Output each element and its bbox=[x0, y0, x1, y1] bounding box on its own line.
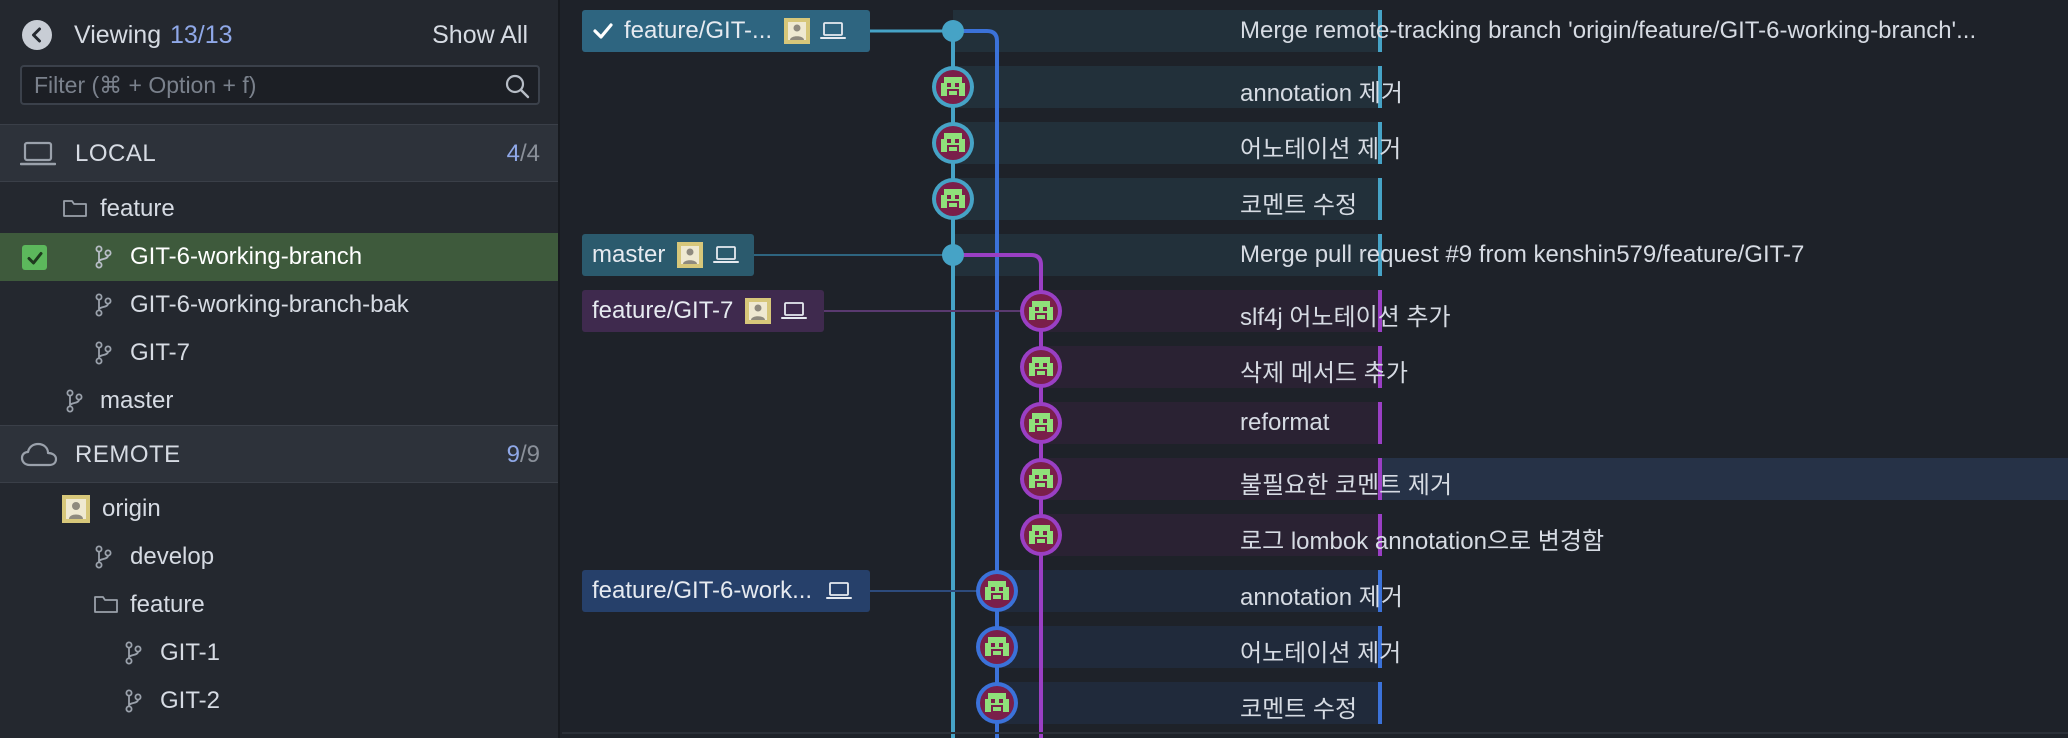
tree-item-label: origin bbox=[102, 495, 161, 522]
commit-graph-panel: feature/GIT-... master feature/GIT-7 fea… bbox=[562, 0, 2068, 738]
local-branch-git-7[interactable]: GIT-7 bbox=[0, 329, 558, 377]
commit-avatar-node[interactable] bbox=[932, 122, 974, 164]
commit-avatar-node[interactable] bbox=[1020, 514, 1062, 556]
tree-item-label: GIT-6-working-branch-bak bbox=[130, 291, 409, 318]
commit-message[interactable]: annotation 제거 bbox=[1240, 577, 1403, 612]
avatar-icon bbox=[784, 18, 811, 44]
remote-section-title: REMOTE bbox=[75, 441, 181, 468]
commit-message[interactable]: 코멘트 수정 bbox=[1240, 185, 1357, 220]
folder-icon bbox=[94, 596, 118, 613]
branch-pill-master[interactable]: master bbox=[582, 234, 754, 276]
laptop-icon bbox=[820, 22, 847, 39]
remote-branch-git-1[interactable]: GIT-1 bbox=[0, 629, 558, 677]
commit-row-highlight bbox=[1382, 458, 2068, 500]
show-all-button[interactable]: Show All bbox=[432, 21, 528, 50]
viewing-label: Viewing bbox=[74, 21, 162, 49]
tree-item-label: GIT-6-working-branch bbox=[130, 243, 363, 270]
commit-row-marker bbox=[1378, 682, 1382, 724]
commit-message[interactable]: 로그 lombok annotation으로 변경함 bbox=[1240, 521, 1604, 556]
merge-commit-node[interactable] bbox=[942, 244, 964, 266]
back-button[interactable] bbox=[22, 20, 52, 50]
remote-branch-develop[interactable]: develop bbox=[0, 533, 558, 581]
local-section-count: 4/4 bbox=[506, 140, 540, 167]
commit-message[interactable]: slf4j 어노테이션 추가 bbox=[1240, 297, 1451, 332]
tree-item-label: feature bbox=[100, 195, 175, 222]
commit-avatar-node[interactable] bbox=[932, 66, 974, 108]
tree-item-label: GIT-1 bbox=[160, 639, 221, 666]
local-folder-feature[interactable]: feature bbox=[0, 185, 558, 233]
commit-avatar-node[interactable] bbox=[976, 682, 1018, 724]
branch-pill-label: feature/GIT-6-work... bbox=[592, 577, 813, 604]
commit-message[interactable]: reformat bbox=[1240, 409, 1329, 437]
branch-icon bbox=[95, 341, 112, 365]
commit-message[interactable]: 삭제 메서드 추가 bbox=[1240, 353, 1408, 388]
local-branch-git-6-working-branch-bak[interactable]: GIT-6-working-branch-bak bbox=[0, 281, 558, 329]
remote-origin[interactable]: origin bbox=[0, 485, 558, 533]
laptop-icon bbox=[781, 302, 808, 319]
filter-field[interactable] bbox=[20, 65, 540, 105]
tree-item-label: master bbox=[100, 387, 174, 414]
local-section-header[interactable]: LOCAL 4/4 bbox=[0, 124, 558, 182]
avatar-icon bbox=[677, 242, 704, 268]
tree-item-label: GIT-2 bbox=[160, 687, 221, 714]
commit-message[interactable]: Merge remote-tracking branch 'origin/fea… bbox=[1240, 17, 1976, 45]
commit-message[interactable]: Merge pull request #9 from kenshin579/fe… bbox=[1240, 241, 1804, 269]
branch-icon bbox=[95, 545, 112, 569]
avatar-icon bbox=[62, 495, 90, 523]
remote-section-count: 9/9 bbox=[506, 441, 540, 468]
tree-item-label: feature bbox=[130, 591, 205, 618]
branch-icon bbox=[66, 389, 83, 413]
commit-avatar-node[interactable] bbox=[1020, 290, 1062, 332]
folder-icon bbox=[63, 200, 87, 217]
commit-message[interactable]: 어노테이션 제거 bbox=[1240, 633, 1401, 668]
commit-avatar-node[interactable] bbox=[1020, 346, 1062, 388]
viewing-bar: Viewing 13/13 Show All bbox=[0, 0, 558, 70]
commit-message[interactable]: 어노테이션 제거 bbox=[1240, 129, 1401, 164]
branch-icon bbox=[125, 689, 142, 713]
commit-avatar-node[interactable] bbox=[1020, 458, 1062, 500]
local-branch-git-6-working-branch[interactable]: GIT-6-working-branch bbox=[0, 233, 558, 281]
chevron-left-icon bbox=[32, 27, 41, 43]
avatar-icon bbox=[745, 298, 772, 324]
remote-branch-git-2[interactable]: GIT-2 bbox=[0, 677, 558, 725]
commit-message[interactable]: 불필요한 코멘트 제거 bbox=[1240, 465, 1452, 500]
branch-icon bbox=[125, 641, 142, 665]
tree-item-label: develop bbox=[130, 543, 215, 570]
local-branch-master[interactable]: master bbox=[0, 377, 558, 425]
commit-avatar-node[interactable] bbox=[976, 570, 1018, 612]
commit-avatar-node[interactable] bbox=[932, 178, 974, 220]
cloud-icon bbox=[20, 442, 58, 467]
check-icon bbox=[593, 23, 613, 39]
commit-row-marker bbox=[1378, 178, 1382, 220]
checked-out-check-icon bbox=[22, 245, 47, 270]
branch-pill-feature-git-6-head[interactable]: feature/GIT-... bbox=[582, 10, 870, 52]
branch-pill-label: feature/GIT-7 bbox=[592, 297, 734, 324]
commit-row-marker bbox=[1378, 402, 1382, 444]
merge-commit-node[interactable] bbox=[942, 20, 964, 42]
branch-icon bbox=[95, 245, 112, 269]
search-icon[interactable] bbox=[504, 73, 530, 99]
commit-avatar-node[interactable] bbox=[976, 626, 1018, 668]
local-section-title: LOCAL bbox=[75, 140, 157, 167]
sidebar: Viewing 13/13 Show All LOCAL 4/4 feature… bbox=[0, 0, 560, 738]
branch-pill-label: feature/GIT-... bbox=[624, 17, 773, 44]
filter-input[interactable] bbox=[22, 67, 492, 103]
laptop-icon bbox=[826, 582, 853, 599]
commit-avatar-node[interactable] bbox=[1020, 402, 1062, 444]
commit-message[interactable]: 코멘트 수정 bbox=[1240, 689, 1357, 724]
tree-item-label: GIT-7 bbox=[130, 339, 191, 366]
branch-pill-feature-git-6-remote[interactable]: feature/GIT-6-work... bbox=[582, 570, 870, 612]
branch-icon bbox=[95, 293, 112, 317]
viewing-count: 13/13 bbox=[170, 21, 233, 49]
commit-message[interactable]: annotation 제거 bbox=[1240, 73, 1403, 108]
branch-pill-feature-git-7[interactable]: feature/GIT-7 bbox=[582, 290, 824, 332]
laptop-icon bbox=[20, 141, 56, 166]
laptop-icon bbox=[713, 246, 740, 263]
remote-folder-feature[interactable]: feature bbox=[0, 581, 558, 629]
branch-pill-label: master bbox=[592, 241, 666, 268]
remote-section-header[interactable]: REMOTE 9/9 bbox=[0, 425, 558, 483]
